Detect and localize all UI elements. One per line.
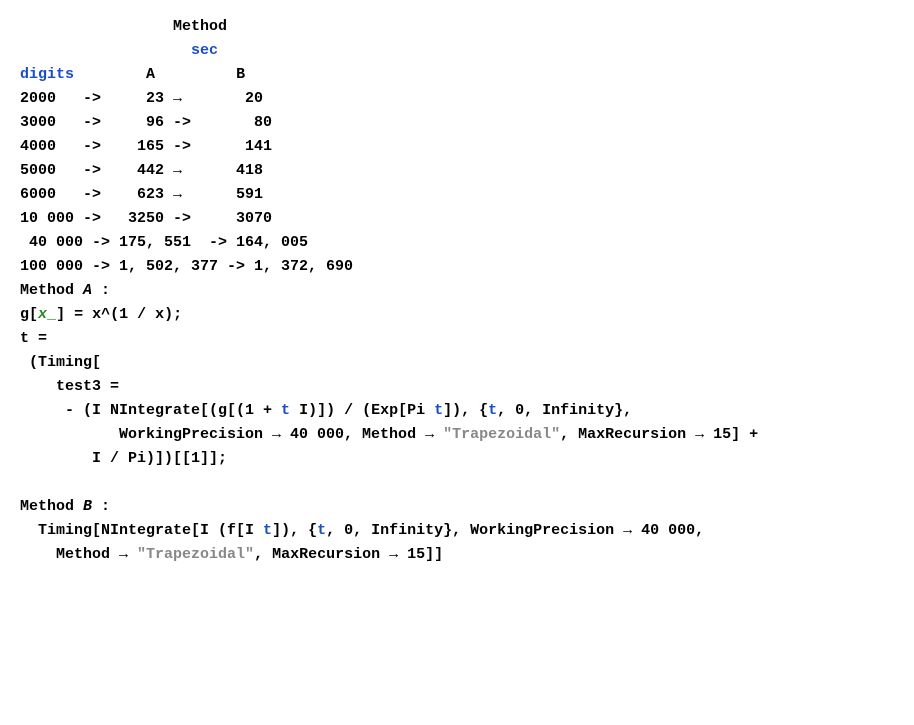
table-row: 3000 -> 96 -> 80 — [20, 111, 894, 135]
method-b-label: Method B : — [20, 495, 894, 519]
string-trapezoidal: "Trapezoidal" — [443, 426, 560, 443]
timing-open: (Timing[ — [20, 351, 894, 375]
table-row: 100 000 -> 1, 502, 377 -> 1, 372, 690 — [20, 255, 894, 279]
header-method: Method — [20, 15, 894, 39]
timing-table: 2000 -> 23 → 203000 -> 96 -> 804000 -> 1… — [20, 87, 894, 231]
pattern-x: x — [38, 306, 47, 323]
col-a: A — [146, 66, 155, 83]
method-label: Method — [173, 18, 227, 35]
table-row: 40 000 -> 175, 551 -> 164, 005 — [20, 231, 894, 255]
col-b: B — [236, 66, 245, 83]
t-assign: t = — [20, 327, 894, 351]
method-b-letter: B — [83, 498, 92, 515]
working-precision-line: WorkingPrecision → 40 000, Method → "Tra… — [20, 423, 894, 447]
header-sec: sec — [20, 39, 894, 63]
nintegrate-line: - (I NIntegrate[(g[(1 + t I)]) / (Exp[Pi… — [20, 399, 894, 423]
method-a-letter: A — [83, 282, 92, 299]
header-columns: digits A B — [20, 63, 894, 87]
table-row: 2000 -> 23 → 20 — [20, 87, 894, 111]
var-t: t — [263, 522, 272, 539]
var-t: t — [281, 402, 290, 419]
method-a-label: Method A : — [20, 279, 894, 303]
table-row: 5000 -> 442 → 418 — [20, 159, 894, 183]
blank-line — [20, 471, 894, 495]
i-over-pi-line: I / Pi)])[[1]]; — [20, 447, 894, 471]
sec-label: sec — [191, 42, 218, 59]
g-definition: g[x_] = x^(1 / x); — [20, 303, 894, 327]
test3-assign: test3 = — [20, 375, 894, 399]
string-trapezoidal: "Trapezoidal" — [137, 546, 254, 563]
var-t: t — [317, 522, 326, 539]
table-row: 6000 -> 623 → 591 — [20, 183, 894, 207]
table-row: 10 000 -> 3250 -> 3070 — [20, 207, 894, 231]
var-t: t — [488, 402, 497, 419]
digits-label: digits — [20, 66, 74, 83]
var-t: t — [434, 402, 443, 419]
wide-table-rows: 40 000 -> 175, 551 -> 164, 005100 000 ->… — [20, 231, 894, 279]
method-b-line1: Timing[NIntegrate[I (f[I t]), {t, 0, Inf… — [20, 519, 894, 543]
table-row: 4000 -> 165 -> 141 — [20, 135, 894, 159]
method-b-line2: Method → "Trapezoidal", MaxRecursion → 1… — [20, 543, 894, 567]
